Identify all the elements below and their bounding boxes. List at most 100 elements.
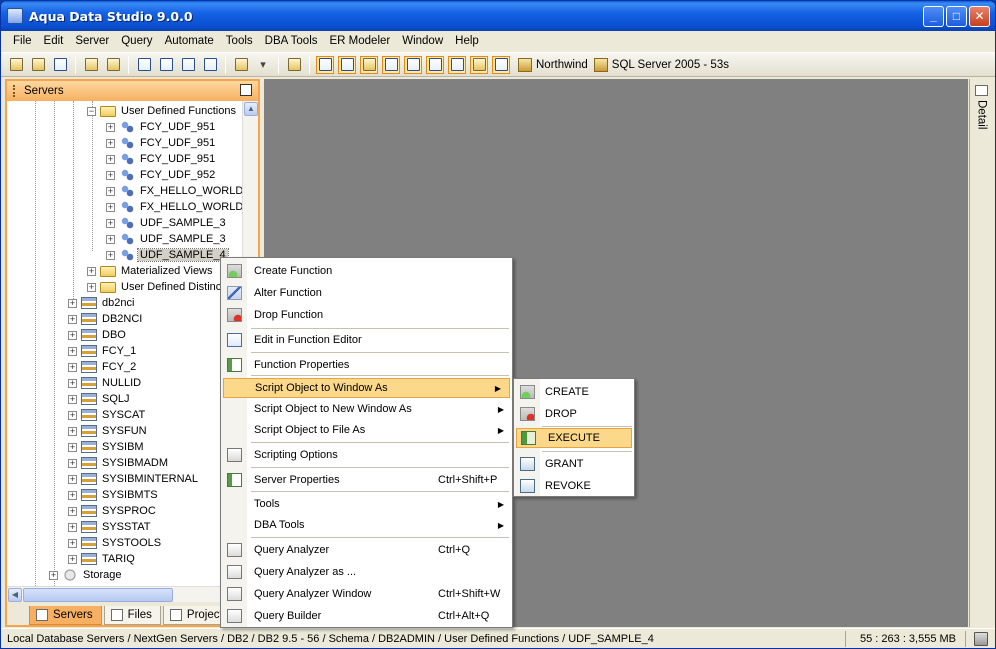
tree-node[interactable]: + SYSIBMINTERNAL — [68, 471, 200, 487]
tree-node[interactable]: + SQLJ — [68, 391, 132, 407]
window-layout-2-icon[interactable] — [338, 55, 356, 74]
tree-node-label[interactable]: SYSPROC — [100, 505, 158, 517]
tree-node-label[interactable]: FX_HELLO_WORLD_ — [138, 185, 242, 197]
tree-node[interactable]: + DB2NCI — [68, 311, 144, 327]
menu-item-query-builder[interactable]: Query Builder Ctrl+Alt+Q — [221, 606, 512, 626]
tree-node-label[interactable]: SYSCAT — [100, 409, 147, 421]
query-window-icon[interactable] — [135, 56, 153, 74]
close-button[interactable]: ✕ — [969, 6, 990, 27]
expand-node-icon[interactable]: + — [87, 266, 96, 276]
garbage-collect-icon[interactable] — [974, 631, 988, 646]
tree-node-label[interactable]: DB2NCI — [100, 313, 144, 325]
expand-node-icon[interactable]: + — [68, 394, 77, 404]
menu-item-query-analyzer-window[interactable]: Query Analyzer Window Ctrl+Shift+W — [221, 584, 512, 604]
tree-node-label[interactable]: Materialized Views — [119, 265, 215, 277]
tree-node-label[interactable]: DBO — [100, 329, 128, 341]
tree-node[interactable]: + SYSTOOLS — [68, 535, 163, 551]
tree-node[interactable]: + Materialized Views — [87, 263, 215, 279]
expand-node-icon[interactable]: + — [106, 202, 115, 212]
menu-item-script-object-to-file-as[interactable]: Script Object to File As ▶ — [221, 420, 512, 440]
restore-panel-icon[interactable] — [240, 84, 252, 96]
tree-node[interactable]: + UDF_SAMPLE_3 — [106, 215, 228, 231]
expand-node-icon[interactable]: + — [106, 218, 115, 228]
window-layout-4-icon[interactable] — [382, 55, 400, 74]
tree-node[interactable]: + FX_HELLO_WORLD_ — [106, 199, 242, 215]
tree-node-label[interactable]: db2nci — [100, 297, 136, 309]
tree-node-label[interactable]: SYSFUN — [100, 425, 149, 437]
tree-node[interactable]: + FX_HELLO_WORLD_ — [106, 183, 242, 199]
window-layout-7-icon[interactable] — [448, 55, 466, 74]
expand-node-icon[interactable]: + — [106, 186, 115, 196]
submenu-item-grant[interactable]: GRANT — [514, 454, 634, 474]
expand-node-icon[interactable]: + — [68, 362, 77, 372]
expand-node-icon[interactable]: + — [106, 170, 115, 180]
menu-query[interactable]: Query — [115, 35, 158, 47]
tree-node-label[interactable]: FCY_UDF_952 — [138, 169, 217, 181]
tree-node[interactable]: + FCY_2 — [68, 359, 138, 375]
tree-node-label[interactable]: FCY_UDF_951 — [138, 137, 217, 149]
tree-node-label[interactable]: FCY_1 — [100, 345, 138, 357]
expand-node-icon[interactable]: + — [106, 138, 115, 148]
disconnect-icon[interactable] — [104, 56, 122, 74]
tree-node[interactable]: + NULLID — [68, 375, 143, 391]
menu-help[interactable]: Help — [449, 35, 485, 47]
tree-node-label[interactable]: SYSIBM — [100, 441, 146, 453]
tree-node[interactable]: + SYSIBMADM — [68, 455, 170, 471]
tree-node-label[interactable]: TARIQ — [100, 553, 137, 565]
expand-node-icon[interactable]: + — [68, 330, 77, 340]
window-layout-8-icon[interactable] — [470, 55, 488, 74]
window-layout-1-icon[interactable] — [316, 55, 334, 74]
dropdown-arrow-icon[interactable]: ▾ — [254, 56, 272, 74]
tree-node-label[interactable]: FCY_UDF_951 — [138, 121, 217, 133]
expand-node-icon[interactable]: + — [106, 234, 115, 244]
menu-item-tools[interactable]: Tools ▶ — [221, 494, 512, 514]
tree-node-label[interactable]: Storage — [81, 569, 124, 581]
tree-node-label[interactable]: UDF_SAMPLE_3 — [138, 233, 228, 245]
expand-node-icon[interactable]: + — [68, 522, 77, 532]
menu-item-scripting-options[interactable]: Scripting Options — [221, 445, 512, 465]
menu-window[interactable]: Window — [396, 35, 449, 47]
menu-item-drop-function[interactable]: Drop Function — [221, 305, 512, 325]
tree-node[interactable]: + db2nci — [68, 295, 136, 311]
tree-node-label[interactable]: SYSIBMADM — [100, 457, 170, 469]
menu-item-create-function[interactable]: Create Function — [221, 261, 512, 281]
expand-node-icon[interactable]: + — [68, 474, 77, 484]
query-builder-toolbar-icon[interactable] — [157, 56, 175, 74]
collapse-node-icon[interactable]: − — [87, 106, 96, 116]
tree-node[interactable]: + FCY_UDF_951 — [106, 151, 217, 167]
compare-icon[interactable] — [201, 56, 219, 74]
tree-node[interactable]: + FCY_UDF_952 — [106, 167, 217, 183]
expand-node-icon[interactable]: + — [49, 570, 58, 580]
connection-sql-server-2005[interactable]: SQL Server 2005 - 53s — [593, 57, 729, 72]
tree-node-label[interactable]: SQLJ — [100, 393, 132, 405]
expand-node-icon[interactable]: + — [68, 346, 77, 356]
tree-node[interactable]: + FCY_UDF_951 — [106, 119, 217, 135]
submenu-item-execute[interactable]: EXECUTE — [516, 428, 632, 448]
detail-strip[interactable]: Detail — [969, 79, 993, 627]
menu-er-modeler[interactable]: ER Modeler — [324, 35, 397, 47]
expand-node-icon[interactable]: + — [68, 378, 77, 388]
tree-node[interactable]: + FCY_1 — [68, 343, 138, 359]
tree-node-label[interactable]: FCY_2 — [100, 361, 138, 373]
tree-node-label[interactable]: SYSSTAT — [100, 521, 153, 533]
window-layout-5-icon[interactable] — [404, 55, 422, 74]
expand-node-icon[interactable]: + — [68, 314, 77, 324]
tree-node[interactable]: + SYSIBMTS — [68, 487, 160, 503]
expand-node-icon[interactable]: + — [68, 490, 77, 500]
menu-item-function-properties[interactable]: Function Properties — [221, 355, 512, 375]
window-layout-9-icon[interactable] — [492, 55, 510, 74]
tree-node[interactable]: − User Defined Functions — [87, 103, 238, 119]
expand-node-icon[interactable]: + — [106, 250, 115, 260]
menu-item-query-analyzer[interactable]: Query Analyzer Ctrl+Q — [221, 540, 512, 560]
minimize-button[interactable]: _ — [923, 6, 944, 27]
expand-node-icon[interactable]: + — [68, 538, 77, 548]
tree-node-label[interactable]: UDF_SAMPLE_4 — [137, 248, 229, 262]
server-properties-toolbar-icon[interactable] — [51, 56, 69, 74]
menu-item-server-properties[interactable]: Server Properties Ctrl+Shift+P — [221, 470, 512, 490]
tree-node[interactable]: +User Defined Distinct Types — [87, 279, 242, 295]
drag-grip-icon[interactable] — [13, 85, 16, 97]
menu-item-edit-in-function-editor[interactable]: Edit in Function Editor — [221, 330, 512, 350]
tree-node[interactable]: + UDF_SAMPLE_4 — [106, 247, 229, 263]
detail-icon[interactable] — [975, 85, 988, 96]
tree-node[interactable]: + SYSSTAT — [68, 519, 153, 535]
